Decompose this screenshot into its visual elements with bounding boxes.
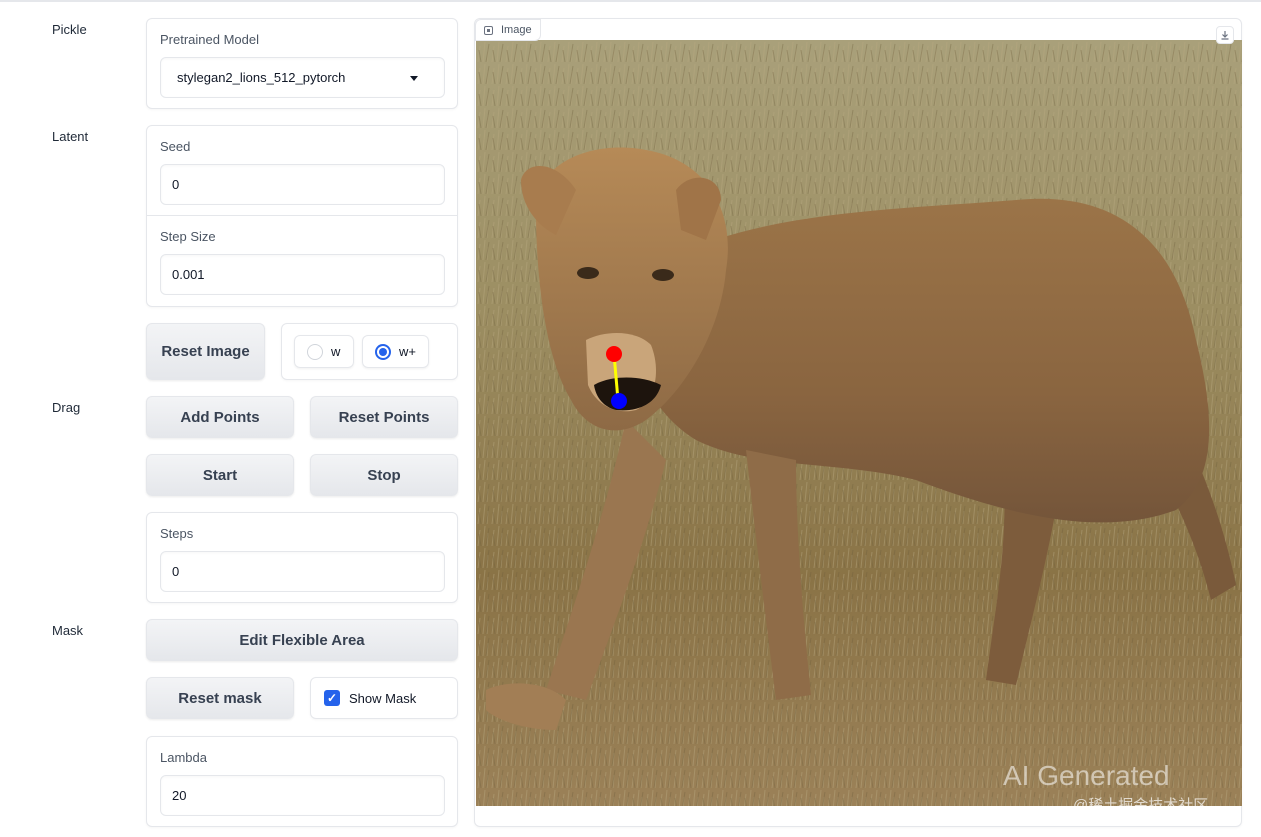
- lambda-value: 20: [172, 788, 187, 803]
- radio-w[interactable]: w: [294, 335, 354, 368]
- steps-value: 0: [172, 564, 180, 579]
- pretrained-model-label: Pretrained Model: [160, 32, 259, 47]
- section-label-latent: Latent: [52, 129, 89, 144]
- show-mask-checkbox[interactable]: ✓ Show Mask: [310, 677, 458, 719]
- step-size-value: 0.001: [172, 267, 205, 282]
- radio-checked-icon: [375, 343, 391, 360]
- pretrained-model-block: Pretrained Model stylegan2_lions_512_pyt…: [146, 18, 458, 109]
- show-mask-label: Show Mask: [349, 690, 417, 706]
- download-icon[interactable]: [1216, 26, 1234, 44]
- reset-image-button[interactable]: Reset Image: [146, 323, 265, 380]
- section-label-mask: Mask: [52, 623, 84, 638]
- ai-generated-watermark: AI Generated: [1003, 760, 1170, 791]
- start-button[interactable]: Start: [146, 454, 294, 496]
- reset-mask-button[interactable]: Reset mask: [146, 677, 294, 719]
- radio-w-label: w: [331, 344, 341, 359]
- divider: [147, 215, 457, 216]
- checkmark-icon: ✓: [324, 690, 340, 706]
- handle-point[interactable]: [606, 346, 622, 362]
- caret-down-icon: [410, 76, 418, 81]
- top-border: [0, 0, 1261, 2]
- lambda-label: Lambda: [160, 750, 207, 765]
- add-points-button[interactable]: Add Points: [146, 396, 294, 438]
- section-label-pickle: Pickle: [52, 22, 87, 37]
- reset-points-button[interactable]: Reset Points: [310, 396, 458, 438]
- steps-label: Steps: [160, 526, 194, 541]
- lambda-block: Lambda 20: [146, 736, 458, 827]
- radio-w-plus-label: w+: [399, 344, 416, 359]
- image-tab: Image: [475, 19, 541, 41]
- radio-circle-icon: [307, 343, 323, 360]
- seed-value: 0: [172, 177, 180, 192]
- latent-space-radio-group: w w+: [281, 323, 458, 380]
- section-label-drag: Drag: [52, 400, 81, 415]
- seed-label: Seed: [160, 139, 191, 154]
- image-tab-label: Image: [501, 24, 532, 36]
- radio-w-plus[interactable]: w+: [362, 335, 429, 368]
- seed-input[interactable]: 0: [160, 164, 445, 205]
- lion-image-canvas[interactable]: [476, 40, 1242, 806]
- steps-input[interactable]: 0: [160, 551, 445, 592]
- steps-block: Steps 0: [146, 512, 458, 603]
- step-size-input[interactable]: 0.001: [160, 254, 445, 295]
- latent-params-block: Seed 0 Step Size 0.001: [146, 125, 458, 307]
- pretrained-model-value: stylegan2_lions_512_pytorch: [177, 70, 346, 85]
- image-icon: [484, 25, 493, 35]
- step-size-label: Step Size: [160, 229, 216, 244]
- stop-button[interactable]: Stop: [310, 454, 458, 496]
- target-point[interactable]: [611, 393, 627, 409]
- lambda-input[interactable]: 20: [160, 775, 445, 816]
- image-panel: Image AI Generated @稀土掘金技术社区: [474, 18, 1242, 827]
- edit-flexible-area-button[interactable]: Edit Flexible Area: [146, 619, 458, 661]
- pretrained-model-dropdown[interactable]: stylegan2_lions_512_pytorch: [160, 57, 445, 98]
- site-watermark: @稀土掘金技术社区: [1073, 797, 1209, 814]
